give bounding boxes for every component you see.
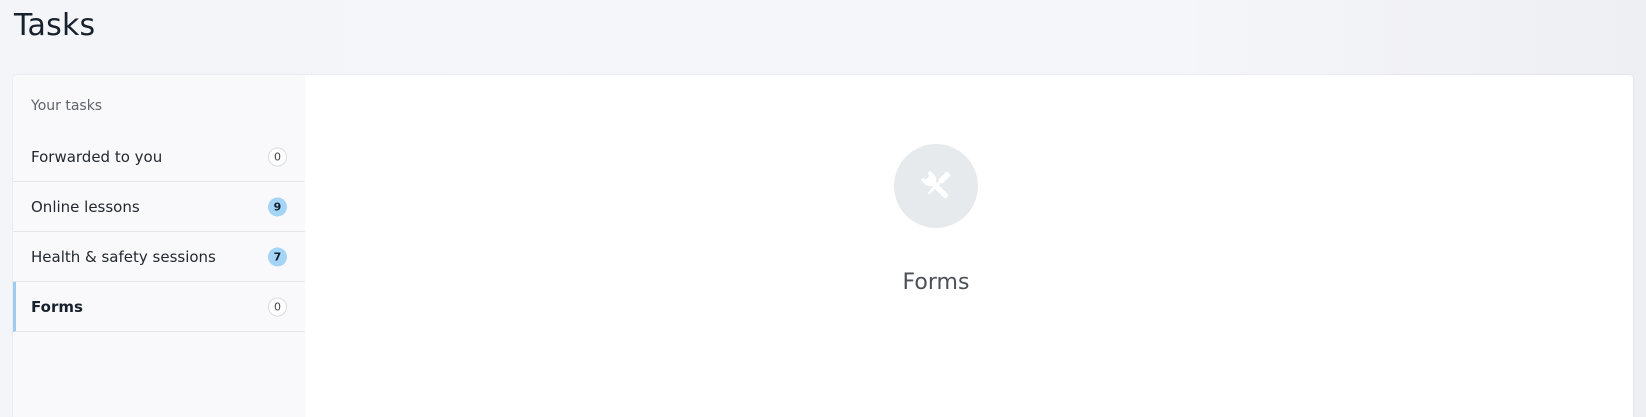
page-title: Tasks xyxy=(14,8,96,43)
sidebar-item-forms[interactable]: Forms 0 xyxy=(13,282,305,332)
sidebar-item-forwarded-to-you[interactable]: Forwarded to you 0 xyxy=(13,132,305,182)
sidebar-item-online-lessons[interactable]: Online lessons 9 xyxy=(13,182,305,232)
sidebar-heading: Your tasks xyxy=(31,98,103,114)
content-title: Forms xyxy=(902,270,970,295)
tools-icon xyxy=(894,144,978,228)
count-badge: 0 xyxy=(268,297,287,316)
sidebar-item-health-safety-sessions[interactable]: Health & safety sessions 7 xyxy=(13,232,305,282)
main-content: Forms xyxy=(305,75,1633,417)
count-badge: 9 xyxy=(268,197,287,216)
sidebar-item-label: Online lessons xyxy=(31,197,140,216)
sidebar-item-label: Forms xyxy=(31,297,83,316)
count-badge: 0 xyxy=(268,147,287,166)
tasks-panel: Your tasks Forwarded to you 0 Online les… xyxy=(13,75,1633,417)
count-badge: 7 xyxy=(268,247,287,266)
sidebar-list: Forwarded to you 0 Online lessons 9 Heal… xyxy=(13,132,305,332)
sidebar: Your tasks Forwarded to you 0 Online les… xyxy=(13,75,305,417)
sidebar-item-label: Health & safety sessions xyxy=(31,247,216,266)
sidebar-item-label: Forwarded to you xyxy=(31,147,163,166)
